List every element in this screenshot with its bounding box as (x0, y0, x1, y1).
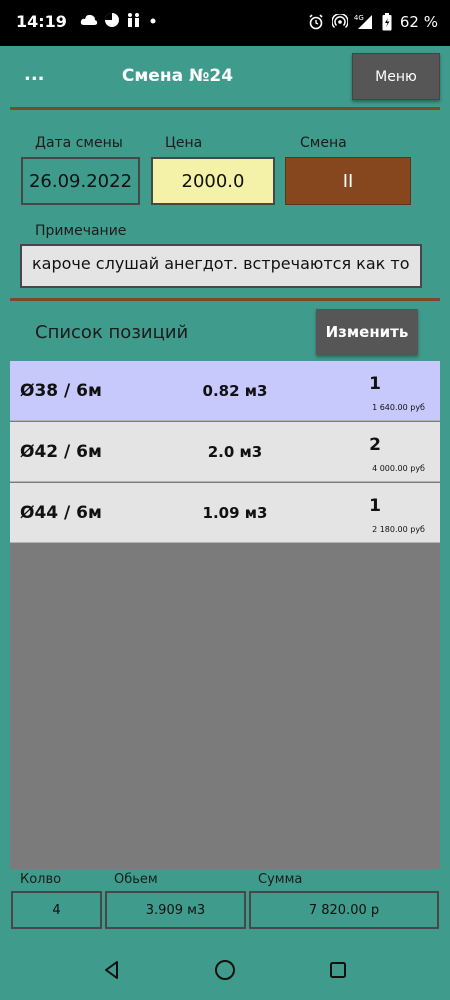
status-time: 14:19 (16, 12, 67, 31)
edit-button[interactable]: Изменить (316, 309, 418, 355)
signal-icon: 4G (354, 13, 374, 31)
home-icon[interactable] (213, 958, 237, 982)
network-type: 4G (353, 14, 364, 22)
menu-button[interactable]: Меню (352, 53, 440, 100)
back-icon[interactable] (100, 958, 124, 982)
item-volume: 2.0 м3 (207, 443, 263, 461)
alarm-icon (309, 14, 323, 30)
overflow-dots[interactable]: ... (24, 64, 45, 85)
sum-label: Сумма (258, 872, 303, 887)
note-label: Примечание (35, 223, 127, 239)
dot-icon (150, 18, 156, 24)
volume-label: Обьем (114, 872, 158, 887)
sum-total: 7 820.00 р (249, 891, 439, 929)
note-field[interactable]: кароче слушай анегдот. встречаются как т… (20, 244, 422, 288)
battery-percent: 62 % (399, 13, 438, 31)
hotspot-icon (331, 14, 348, 29)
count-label: Колво (20, 872, 62, 887)
header-divider (10, 107, 440, 110)
positions-list[interactable]: Ø38 / 6м 0.82 м3 1 1 640.00 руб Ø42 / 6м… (10, 361, 440, 869)
figures-icon (128, 13, 139, 27)
item-sum: 2 180.00 руб (372, 525, 425, 534)
list-item[interactable]: Ø44 / 6м 1.09 м3 1 2 180.00 руб (10, 483, 440, 543)
date-field[interactable]: 26.09.2022 (21, 157, 140, 205)
item-sum: 4 000.00 руб (372, 464, 425, 473)
page-title: Смена №24 (121, 66, 234, 86)
list-title: Список позиций (35, 322, 189, 343)
count-total: 4 (11, 891, 102, 929)
item-volume: 0.82 м3 (202, 382, 268, 400)
shift-label: Смена (300, 135, 347, 151)
list-item[interactable]: Ø38 / 6м 0.82 м3 1 1 640.00 руб (10, 361, 440, 421)
note-text: кароче слушай анегдот. встречаются как т… (32, 254, 410, 273)
status-icons-right: 4G 62 % (308, 12, 438, 32)
battery-icon (382, 13, 392, 31)
date-label: Дата смены (35, 135, 123, 151)
recents-icon[interactable] (326, 958, 350, 982)
pie-icon (105, 13, 119, 27)
item-sum: 1 640.00 руб (372, 403, 425, 412)
item-name: Ø42 / 6м (20, 442, 102, 462)
item-volume: 1.09 м3 (202, 504, 268, 522)
volume-total: 3.909 м3 (105, 891, 246, 929)
item-qty: 2 (369, 435, 381, 455)
item-name: Ø38 / 6м (20, 381, 102, 401)
list-item[interactable]: Ø42 / 6м 2.0 м3 2 4 000.00 руб (10, 422, 440, 482)
price-label: Цена (165, 135, 203, 151)
form-divider (10, 298, 440, 301)
status-icons-left (80, 12, 158, 28)
shift-button[interactable]: II (285, 157, 411, 205)
item-qty: 1 (369, 496, 381, 516)
cloud-icon (80, 14, 98, 25)
price-field[interactable]: 2000.0 (151, 157, 275, 205)
item-name: Ø44 / 6м (20, 503, 102, 523)
item-qty: 1 (369, 374, 381, 394)
